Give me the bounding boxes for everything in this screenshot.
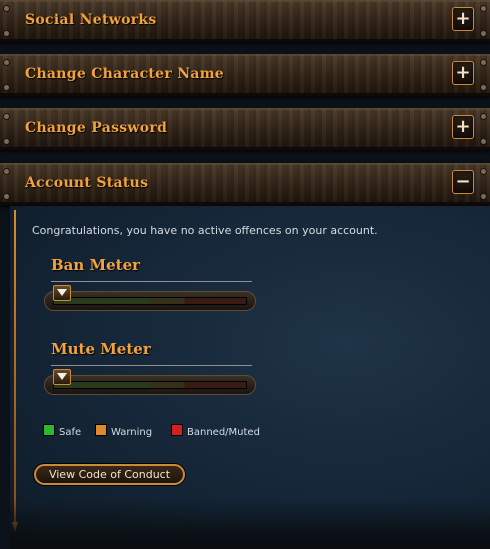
legend-safe: Safe xyxy=(43,424,81,438)
view-code-of-conduct-button[interactable]: View Code of Conduct xyxy=(34,464,185,485)
section-account-status[interactable]: Account Status − xyxy=(0,163,490,205)
warning-swatch xyxy=(95,424,107,436)
rivet-decoration xyxy=(4,85,9,90)
legend-label: Warning xyxy=(111,427,153,438)
section-title: Change Password xyxy=(25,120,168,136)
mute-meter xyxy=(44,369,256,395)
rivet-decoration xyxy=(4,194,9,199)
rivet-decoration xyxy=(4,169,9,174)
status-message: Congratulations, you have no active offe… xyxy=(32,224,378,237)
rivet-decoration xyxy=(4,6,9,11)
rivet-decoration xyxy=(481,60,486,65)
rivet-decoration xyxy=(4,139,9,144)
meter-legend: Safe Warning Banned/Muted xyxy=(10,424,490,438)
rivet-decoration xyxy=(481,31,486,36)
legend-banned-muted: Banned/Muted xyxy=(171,424,260,438)
expand-icon[interactable]: + xyxy=(452,61,474,85)
mute-meter-underline xyxy=(51,365,252,366)
rivet-decoration xyxy=(481,85,486,90)
section-title: Social Networks xyxy=(25,12,157,28)
decorative-dirt xyxy=(10,499,490,549)
rivet-decoration xyxy=(4,114,9,119)
legend-label: Banned/Muted xyxy=(187,427,260,438)
ban-meter xyxy=(44,285,256,311)
rivet-decoration xyxy=(4,60,9,65)
section-change-character-name[interactable]: Change Character Name + xyxy=(0,54,490,96)
ban-meter-track xyxy=(53,297,247,305)
mute-meter-track xyxy=(53,381,247,389)
section-change-password[interactable]: Change Password + xyxy=(0,108,490,150)
section-social-networks[interactable]: Social Networks + xyxy=(0,0,490,42)
mute-meter-marker xyxy=(53,369,71,385)
legend-warning: Warning xyxy=(95,424,152,438)
section-title: Change Character Name xyxy=(25,66,225,82)
banned-swatch xyxy=(171,424,183,436)
account-status-panel: Congratulations, you have no active offe… xyxy=(10,206,490,549)
rivet-decoration xyxy=(481,6,486,11)
ban-meter-underline xyxy=(51,281,252,282)
rivet-decoration xyxy=(481,169,486,174)
rivet-decoration xyxy=(481,194,486,199)
ban-meter-title: Ban Meter xyxy=(51,256,141,274)
rivet-decoration xyxy=(4,31,9,36)
rivet-decoration xyxy=(481,114,486,119)
ban-meter-marker xyxy=(53,285,71,301)
mute-meter-title: Mute Meter xyxy=(51,340,151,358)
collapse-icon[interactable]: − xyxy=(452,170,474,194)
expand-icon[interactable]: + xyxy=(452,115,474,139)
section-title: Account Status xyxy=(25,175,149,191)
legend-label: Safe xyxy=(59,427,82,438)
panel-edge-decoration xyxy=(14,210,16,528)
safe-swatch xyxy=(43,424,55,436)
rivet-decoration xyxy=(481,139,486,144)
expand-icon[interactable]: + xyxy=(452,7,474,31)
